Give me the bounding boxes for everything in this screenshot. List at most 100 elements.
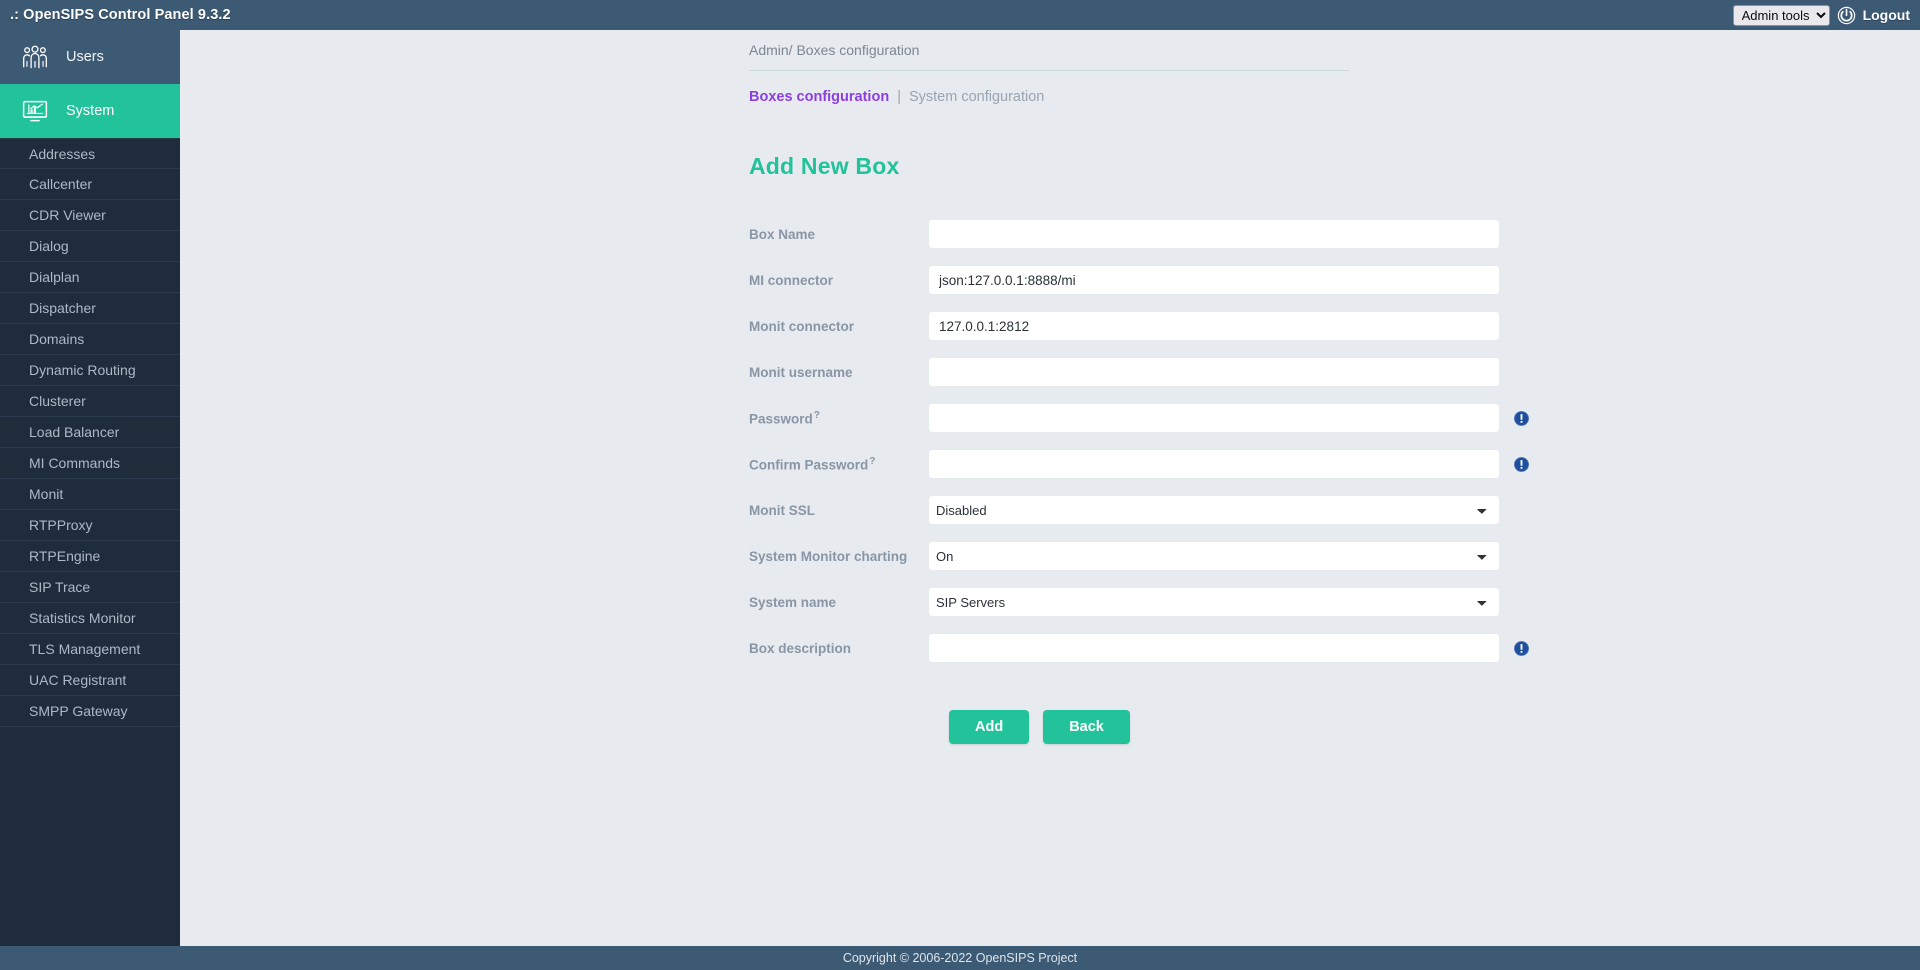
sidebar-item-rtpproxy[interactable]: RTPProxy [0, 510, 180, 541]
tab-boxes-configuration[interactable]: Boxes configuration [749, 89, 889, 105]
system-monitor-charting-select[interactable]: OnOff [929, 542, 1499, 570]
monit-username-input[interactable] [929, 358, 1499, 386]
breadcrumb: Admin/ Boxes configuration [749, 42, 1349, 71]
back-button[interactable]: Back [1043, 710, 1130, 744]
info-icon[interactable] [1514, 410, 1529, 426]
app-title: .: OpenSIPS Control Panel 9.3.2 [10, 7, 231, 23]
box-name-input[interactable] [929, 220, 1499, 248]
tab-bar: Boxes configuration | System configurati… [749, 89, 1920, 105]
sidebar-item-dispatcher[interactable]: Dispatcher [0, 293, 180, 324]
label-text: Box description [749, 640, 852, 656]
sidebar-item-label: Domains [29, 331, 85, 347]
sidebar-item-label: Monit [29, 486, 64, 502]
power-icon[interactable] [1837, 6, 1856, 25]
sidebar-item-rtpengine[interactable]: RTPEngine [0, 541, 180, 572]
label-text: System name [749, 594, 837, 610]
sidebar-item-cdr-viewer[interactable]: CDR Viewer [0, 200, 180, 231]
logout-link[interactable]: Logout [1863, 7, 1910, 23]
info-icon[interactable] [1514, 456, 1529, 472]
sidebar-item-label: RTPProxy [29, 517, 93, 533]
field-row-password: Password? [749, 395, 1920, 441]
control-system-monitor-charting: OnOff [929, 542, 1499, 570]
field-row-system-monitor-charting: System Monitor charting OnOff [749, 533, 1920, 579]
sidebar-item-monit[interactable]: Monit [0, 479, 180, 510]
confirm-password-input[interactable] [929, 450, 1499, 478]
control-monit-username [929, 358, 1499, 386]
sidebar-item-label: CDR Viewer [29, 207, 106, 223]
label-system-monitor-charting: System Monitor charting [749, 549, 929, 564]
label-box-description: Box description [749, 641, 929, 656]
topbar-actions: Admin tools Logout [1732, 4, 1920, 26]
sidebar-item-sip-trace[interactable]: SIP Trace [0, 572, 180, 603]
sidebar-item-label: RTPEngine [29, 548, 101, 564]
page-title: Add New Box [749, 153, 900, 179]
label-text: MI connector [749, 272, 834, 288]
sidebar-item-label: Callcenter [29, 176, 93, 192]
monit-ssl-select[interactable]: DisabledEnabled [929, 496, 1499, 524]
sidebar-item-users-label: Users [66, 49, 104, 65]
sidebar-item-dynamic-routing[interactable]: Dynamic Routing [0, 355, 180, 386]
control-box-name [929, 220, 1499, 248]
label-text: Confirm Password [749, 457, 869, 473]
field-row-system-name: System name SIP Servers [749, 579, 1920, 625]
field-row-mi-connector: MI connector [749, 257, 1920, 303]
control-box-description [929, 634, 1499, 662]
monit-connector-input[interactable] [929, 312, 1499, 340]
control-password [929, 404, 1499, 432]
sidebar-item-system[interactable]: System [0, 84, 180, 138]
system-name-select[interactable]: SIP Servers [929, 588, 1499, 616]
sidebar-item-smpp-gateway[interactable]: SMPP Gateway [0, 696, 180, 727]
mi-connector-input[interactable] [929, 266, 1499, 294]
control-monit-ssl: DisabledEnabled [929, 496, 1499, 524]
label-text: Monit connector [749, 318, 854, 334]
sidebar-item-label: Addresses [29, 145, 96, 162]
copyright-text: Copyright © 2006-2022 OpenSIPS Project [842, 951, 1078, 965]
sidebar-item-callcenter[interactable]: Callcenter [0, 169, 180, 200]
sidebar-item-dialog[interactable]: Dialog [0, 231, 180, 262]
field-row-confirm-password: Confirm Password? [749, 441, 1920, 487]
sidebar-item-users[interactable]: Users [0, 30, 180, 84]
info-icon-wrapper [1499, 640, 1539, 656]
system-monitor-icon [22, 98, 48, 124]
add-new-box-form: Box Name MI connector Monit connector Monit… [749, 211, 1920, 671]
sidebar-item-label: UAC Registrant [29, 672, 127, 688]
sidebar-item-label: Dynamic Routing [29, 362, 136, 378]
sidebar-item-label: Load Balancer [29, 424, 120, 440]
help-marker[interactable]: ? [868, 456, 875, 467]
sidebar-item-uac-registrant[interactable]: UAC Registrant [0, 665, 180, 696]
admin-tools-dropdown[interactable]: Admin tools [1732, 4, 1830, 26]
control-confirm-password [929, 450, 1499, 478]
sidebar-item-label: Statistics Monitor [29, 610, 136, 626]
sidebar-item-system-label: System [66, 103, 115, 119]
control-system-name: SIP Servers [929, 588, 1499, 616]
tab-system-configuration[interactable]: System configuration [909, 89, 1044, 105]
field-row-monit-connector: Monit connector [749, 303, 1920, 349]
sidebar-item-label: Clusterer [29, 393, 86, 409]
label-text: Box Name [749, 226, 816, 242]
label-monit-connector: Monit connector [749, 319, 929, 334]
footer: Copyright © 2006-2022 OpenSIPS Project [0, 946, 1920, 970]
sidebar-item-domains[interactable]: Domains [0, 324, 180, 355]
help-marker[interactable]: ? [813, 410, 820, 421]
sidebar-item-tls-management[interactable]: TLS Management [0, 634, 180, 665]
info-icon[interactable] [1514, 640, 1529, 656]
form-actions: Add Back [949, 710, 1920, 744]
sidebar-item-mi-commands[interactable]: MI Commands [0, 448, 180, 479]
label-confirm-password: Confirm Password? [749, 456, 929, 473]
sidebar-item-label: SMPP Gateway [29, 703, 128, 719]
users-icon [22, 44, 48, 70]
password-input[interactable] [929, 404, 1499, 432]
box-description-input[interactable] [929, 634, 1499, 662]
sidebar-item-dialplan[interactable]: Dialplan [0, 262, 180, 293]
label-text: System Monitor charting [749, 548, 908, 564]
sidebar-item-load-balancer[interactable]: Load Balancer [0, 417, 180, 448]
top-bar: .: OpenSIPS Control Panel 9.3.2 Admin to… [0, 0, 1920, 30]
sidebar-item-label: Dispatcher [29, 300, 96, 316]
sidebar-item-statistics-monitor[interactable]: Statistics Monitor [0, 603, 180, 634]
sidebar-item-clusterer[interactable]: Clusterer [0, 386, 180, 417]
label-system-name: System name [749, 595, 929, 610]
sidebar-item-addresses[interactable]: Addresses [0, 138, 180, 169]
sidebar-item-label: Dialplan [29, 269, 80, 285]
info-icon-wrapper [1499, 410, 1539, 426]
add-button[interactable]: Add [949, 710, 1030, 744]
